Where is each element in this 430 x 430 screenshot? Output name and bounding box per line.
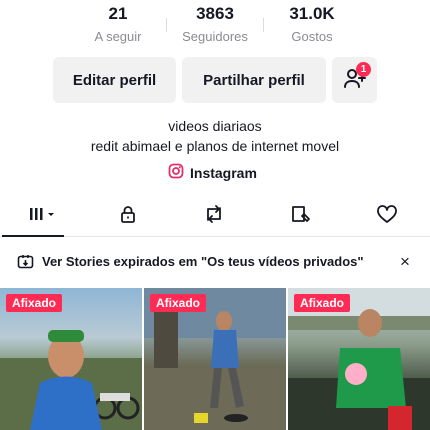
banner-text: Ver Stories expirados em "Os teus vídeos… — [42, 254, 364, 269]
likes-count: 31.0K — [289, 4, 335, 23]
tab-liked[interactable] — [357, 197, 417, 235]
expired-stories-banner[interactable]: Ver Stories expirados em "Os teus vídeos… — [0, 245, 430, 279]
following-count: 21 — [108, 4, 128, 23]
pinned-badge: Afixado — [294, 294, 351, 312]
profile-stats: 21 A seguir 3863 Seguidores 31.0K Gostos — [0, 0, 430, 52]
share-profile-button[interactable]: Partilhar perfil — [182, 57, 326, 103]
followers-count: 3863 — [196, 4, 234, 23]
story-archive-icon — [17, 253, 34, 275]
pinned-badge: Afixado — [150, 294, 207, 312]
notification-badge: 1 — [356, 62, 371, 77]
instagram-icon — [168, 163, 184, 184]
tab-videos[interactable] — [12, 197, 72, 235]
pinned-badge: Afixado — [6, 294, 63, 312]
grid-icon — [25, 205, 59, 228]
close-icon[interactable]: × — [396, 252, 414, 272]
repost-icon — [203, 204, 225, 229]
tab-reposts[interactable] — [184, 197, 244, 235]
following-label: A seguir — [94, 29, 142, 44]
profile-tabs — [0, 197, 430, 237]
heart-icon — [376, 204, 398, 229]
instagram-label: Instagram — [190, 165, 257, 181]
video-grid: Afixado Afixado Afixado — [0, 288, 430, 430]
lock-icon — [118, 204, 138, 229]
add-friend-button[interactable]: 1 — [332, 57, 377, 103]
instagram-link[interactable]: Instagram — [168, 163, 257, 183]
followers-label: Seguidores — [182, 29, 248, 44]
following-stat[interactable]: 21 A seguir — [68, 4, 168, 46]
active-tab-indicator — [2, 235, 64, 237]
profile-actions: Editar perfil Partilhar perfil 1 — [0, 57, 430, 103]
likes-label: Gostos — [291, 29, 333, 44]
video-thumbnail[interactable]: Afixado — [144, 288, 286, 430]
video-thumbnail[interactable]: Afixado — [0, 288, 142, 430]
saved-icon — [290, 204, 312, 229]
edit-profile-button[interactable]: Editar perfil — [53, 57, 176, 103]
bio-line-1: videos diariaos — [168, 118, 262, 134]
tab-private[interactable] — [98, 197, 158, 235]
likes-stat[interactable]: 31.0K Gostos — [262, 4, 362, 46]
tab-saved[interactable] — [271, 197, 331, 235]
bio-line-2: redit abimael e planos de internet movel — [90, 138, 340, 154]
video-thumbnail[interactable]: Afixado — [288, 288, 430, 430]
followers-stat[interactable]: 3863 Seguidores — [165, 4, 265, 46]
